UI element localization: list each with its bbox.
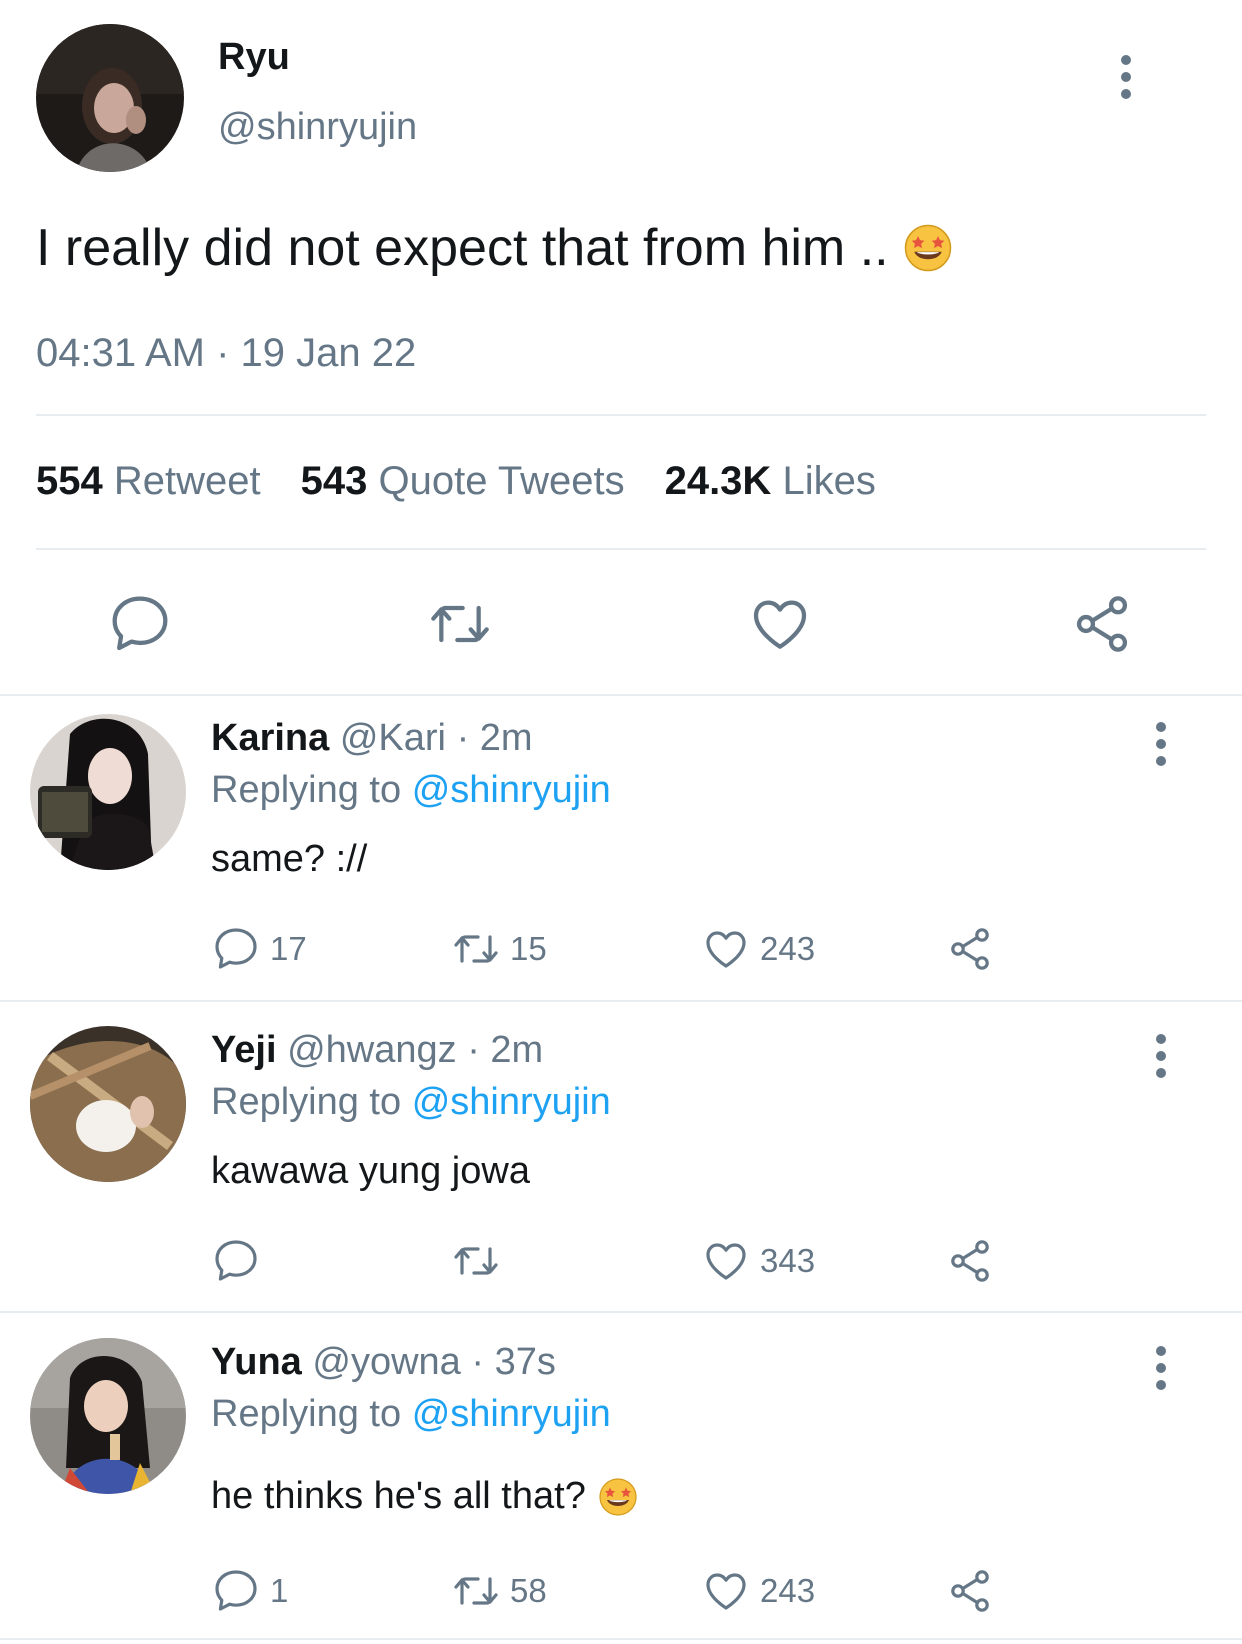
divider [0, 694, 1242, 696]
replying-to: Replying to @shinryujin [211, 1081, 611, 1124]
replying-to: Replying to @shinryujin [211, 1393, 611, 1436]
reply-handle[interactable]: @yowna [312, 1341, 460, 1383]
main-tweet-body: I really did not expect that from him .. [36, 219, 889, 277]
reply-text: he thinks he's all that? [211, 1475, 638, 1518]
likes-label: Likes [782, 459, 876, 503]
reply-count: 1 [270, 1572, 289, 1609]
reply-display-name[interactable]: Yuna [211, 1341, 302, 1383]
reply-share-action[interactable] [946, 1567, 994, 1615]
reply-text: kawawa yung jowa [211, 1150, 530, 1193]
main-timestamp: 04:31 AM · 19 Jan 22 [36, 331, 417, 375]
share-icon[interactable] [1070, 592, 1134, 656]
reply-reply-action[interactable]: 17 [212, 925, 307, 973]
like-count: 343 [760, 1242, 816, 1279]
main-more-icon[interactable] [1120, 55, 1132, 99]
like-icon [702, 925, 750, 973]
replying-label: Replying to [211, 1393, 402, 1435]
reply-avatar[interactable] [30, 1026, 186, 1182]
reply-reply-action[interactable]: 1 [212, 1567, 288, 1615]
retweets-count: 554 [36, 459, 103, 503]
retweet-count: 58 [510, 1572, 547, 1609]
star-struck-emoji-icon [903, 223, 953, 273]
reply-body: same? :// [211, 838, 368, 880]
reply-header: Yuna @yowna · 37s [211, 1341, 556, 1384]
reply-time: · 37s [471, 1341, 556, 1383]
reply-header: Karina @Kari · 2m [211, 717, 533, 760]
reply-header: Yeji @hwangz · 2m [211, 1029, 543, 1072]
like-count: 243 [760, 1572, 816, 1609]
reply-like-action[interactable]: 243 [702, 925, 815, 973]
reply-more-icon[interactable] [1155, 722, 1167, 766]
reply-avatar[interactable] [30, 714, 186, 870]
reply-icon [212, 1237, 260, 1285]
retweet-icon [452, 1567, 500, 1615]
replying-label: Replying to [211, 769, 402, 811]
likes-stat[interactable]: 24.3K Likes [665, 459, 876, 504]
reply-more-icon[interactable] [1155, 1346, 1167, 1390]
like-icon [702, 1567, 750, 1615]
like-icon[interactable] [748, 592, 812, 656]
share-icon [946, 925, 994, 973]
reply-more-icon[interactable] [1155, 1034, 1167, 1078]
divider [36, 548, 1206, 550]
replying-to: Replying to @shinryujin [211, 769, 611, 812]
retweet-icon [452, 925, 500, 973]
reply-share-action[interactable] [946, 1237, 994, 1285]
share-icon [946, 1237, 994, 1285]
retweet-icon [452, 1237, 500, 1285]
quotes-stat[interactable]: 543 Quote Tweets [301, 459, 625, 504]
reply-display-name[interactable]: Yeji [211, 1029, 277, 1071]
quotes-count: 543 [300, 459, 368, 503]
main-avatar[interactable] [36, 24, 184, 172]
divider [0, 1311, 1242, 1313]
quotes-label: Quote Tweets [378, 459, 625, 503]
likes-count: 24.3K [664, 459, 772, 503]
replying-link[interactable]: @shinryujin [412, 1393, 611, 1435]
divider [0, 1000, 1242, 1002]
replying-link[interactable]: @shinryujin [412, 1081, 611, 1123]
replying-link[interactable]: @shinryujin [412, 769, 611, 811]
reply-display-name[interactable]: Karina [211, 717, 329, 759]
like-icon [702, 1237, 750, 1285]
reply-retweet-action[interactable]: 58 [452, 1567, 547, 1615]
like-count: 243 [760, 930, 816, 967]
retweets-label: Retweet [113, 459, 261, 503]
reply-retweet-action[interactable] [452, 1237, 510, 1285]
reply-avatar[interactable] [30, 1338, 186, 1494]
main-stats: 554 Retweet 543 Quote Tweets 24.3K Likes [36, 459, 876, 504]
share-icon [946, 1567, 994, 1615]
reply-icon[interactable] [108, 592, 172, 656]
reply-count: 17 [270, 930, 307, 967]
reply-handle[interactable]: @hwangz [287, 1029, 457, 1071]
main-tweet-text: I really did not expect that from him .. [36, 218, 953, 278]
retweet-icon[interactable] [428, 592, 492, 656]
reply-share-action[interactable] [946, 925, 994, 973]
retweets-stat[interactable]: 554 Retweet [36, 459, 261, 504]
star-struck-emoji-icon [598, 1477, 638, 1517]
reply-retweet-action[interactable]: 15 [452, 925, 547, 973]
reply-time: · 2m [456, 717, 533, 759]
reply-body: kawawa yung jowa [211, 1150, 530, 1192]
main-handle[interactable]: @shinryujin [218, 106, 417, 149]
divider [36, 414, 1206, 416]
reply-time: · 2m [467, 1029, 544, 1071]
reply-text: same? :// [211, 838, 367, 881]
reply-like-action[interactable]: 243 [702, 1567, 815, 1615]
reply-icon [212, 925, 260, 973]
reply-icon [212, 1567, 260, 1615]
reply-body: he thinks he's all that? [211, 1475, 586, 1517]
replying-label: Replying to [211, 1081, 402, 1123]
reply-reply-action[interactable] [212, 1237, 270, 1285]
retweet-count: 15 [510, 930, 547, 967]
main-display-name[interactable]: Ryu [218, 36, 290, 79]
reply-handle[interactable]: @Kari [340, 717, 446, 759]
reply-like-action[interactable]: 343 [702, 1237, 815, 1285]
divider [0, 1638, 1242, 1640]
